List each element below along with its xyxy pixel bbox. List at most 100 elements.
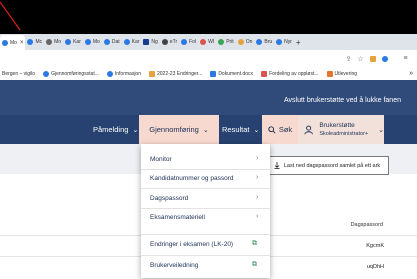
tab-6[interactable]: Kar — [122, 36, 142, 49]
tab-label: Bru — [264, 39, 273, 45]
tab-12[interactable]: On — [236, 36, 255, 49]
column-header-dagspassord: Dagspassord — [350, 222, 383, 228]
tab-7[interactable]: Ng — [141, 36, 159, 49]
password-cell: uqDhH — [366, 264, 384, 270]
download-password-button[interactable]: Last ned dagspassord samlet på ett ark — [265, 156, 389, 175]
nav-gjennomforing[interactable]: Gjennomføring ⌄ — [139, 115, 219, 144]
tab-label: On — [245, 39, 253, 45]
tab-9[interactable]: Fol — [179, 36, 198, 49]
tab-label: Prit — [226, 39, 234, 45]
menu-divider — [141, 234, 270, 235]
bookmark-label: 2022-23 Endringer... — [157, 70, 203, 77]
tab-favicon-icon — [181, 39, 188, 45]
chevron-right-icon: › — [256, 213, 259, 220]
nav-pamelding-label: Påmelding — [93, 125, 129, 134]
nav-resultat[interactable]: Resultat ⌄ — [222, 115, 259, 144]
tab-10[interactable]: WI — [198, 36, 216, 49]
password-cell: KgcmK — [366, 243, 384, 249]
chevron-down-icon: ⌄ — [378, 126, 384, 134]
menu-item-dagspassord[interactable]: Dagspassord — [150, 195, 188, 202]
menu-divider — [141, 188, 270, 189]
close-icon[interactable]: × — [20, 40, 24, 46]
tab-favicon-icon — [200, 39, 207, 45]
user-icon — [304, 125, 313, 134]
tab-favicon-icon — [161, 39, 168, 45]
chevron-right-icon: › — [256, 194, 259, 201]
gjennomforing-dropdown — [141, 144, 270, 278]
bookmark-item[interactable]: Bergen – vigilo — [2, 71, 35, 77]
browser-tab-strip: Mo × Mc Mo Kar Mo Dat Kar Ng eTr Fol WI … — [0, 34, 417, 50]
bookmark-favicon-icon — [149, 70, 155, 77]
nav-gjennomforing-label: Gjennomføring — [149, 125, 199, 134]
more-bookmarks-button[interactable]: » — [409, 70, 413, 77]
bookmark-item[interactable]: Informasjon — [106, 70, 141, 77]
address-bar-row — [0, 50, 417, 68]
tab-0[interactable]: Mo × — [0, 35, 26, 50]
tab-label: Ng — [151, 39, 158, 45]
tab-label: Kar — [73, 39, 81, 45]
chevron-down-icon: ⌄ — [202, 126, 209, 134]
tab-label: Mo — [92, 39, 100, 45]
tab-label: WI — [208, 39, 215, 45]
support-title: Brukerstøtte — [319, 121, 355, 129]
share-icon[interactable]: ⇪ — [344, 50, 353, 67]
bookmark-item[interactable]: Dokument.docx — [210, 70, 254, 77]
new-tab-button[interactable]: + — [294, 36, 303, 49]
extension-icon[interactable] — [368, 50, 377, 67]
tab-3[interactable]: Kar — [63, 36, 83, 49]
nav-search-label: Søk — [278, 125, 293, 134]
bookmark-item[interactable]: Gjennomføringsstat... — [43, 70, 99, 77]
tab-favicon-icon — [256, 39, 263, 45]
bookmark-label: Bergen – vigilo — [2, 70, 36, 77]
download-button-label: Last ned dagspassord samlet på ett ark — [283, 162, 381, 169]
nav-pamelding[interactable]: Påmelding ⌄ — [93, 115, 138, 144]
bookmark-item[interactable]: Utlevering — [326, 70, 357, 77]
tab-1[interactable]: Mc — [25, 36, 44, 49]
tab-label: Kar — [131, 39, 140, 45]
menu-item-kandidatnummer[interactable]: Kandidatnummer og passord — [150, 175, 233, 182]
bookmark-label: Dokument.docx — [218, 70, 254, 77]
chevron-right-icon: › — [256, 174, 259, 181]
search-icon — [268, 125, 276, 134]
tab-favicon-icon — [2, 39, 8, 46]
nav-resultat-label: Resultat — [222, 125, 250, 134]
tab-11[interactable]: Prit — [216, 36, 236, 49]
tab-favicon-icon — [65, 39, 72, 45]
bookmark-item[interactable]: Fordeling av oppløst... — [261, 70, 319, 77]
menu-item-brukerveiledning[interactable]: Brukerveiledning — [150, 262, 198, 269]
bookmark-star-icon[interactable]: ☆ — [356, 50, 365, 67]
browser-menu-icon[interactable]: ≡ — [401, 50, 410, 67]
chevron-down-icon: ⌄ — [132, 126, 139, 134]
tab-13[interactable]: Bru — [254, 36, 274, 49]
tab-label: Mo — [54, 39, 62, 45]
nav-search[interactable]: Søk — [262, 115, 298, 144]
menu-divider — [141, 169, 270, 170]
tab-favicon-icon — [218, 39, 225, 45]
extension-icon-2[interactable] — [380, 50, 389, 67]
menu-divider — [141, 208, 270, 209]
chevron-down-icon: ⌄ — [253, 126, 260, 134]
tab-favicon-icon — [237, 39, 244, 45]
tab-label: eTr — [169, 39, 178, 45]
tab-8[interactable]: eTr — [160, 36, 179, 49]
menu-item-endringer[interactable]: Endringer i eksamen (LK-20) — [150, 241, 233, 248]
tab-favicon-icon — [46, 39, 53, 45]
bookmark-label: Informasjon — [114, 70, 141, 77]
external-link-icon: ⧉ — [252, 261, 257, 268]
bookmark-label: Gjennomføringsstat... — [51, 70, 99, 77]
external-link-icon: ⧉ — [252, 240, 257, 247]
tab-label: Nyr — [284, 39, 292, 45]
menu-item-monitor[interactable]: Monitor — [150, 156, 172, 163]
download-icon — [274, 162, 280, 169]
tab-5[interactable]: Dat — [102, 36, 122, 49]
tab-4[interactable]: Mo — [83, 36, 102, 49]
bookmark-favicon-icon — [43, 70, 50, 77]
tab-2[interactable]: Mo — [44, 36, 63, 49]
banner-text: Avslutt brukerstøtte ved å lukke fanen — [284, 97, 401, 104]
bookmark-label: Fordeling av oppløst... — [269, 70, 319, 77]
tab-favicon-icon — [123, 39, 130, 45]
menu-item-eksamensmateriell[interactable]: Eksamensmateriell — [150, 214, 205, 221]
tab-14[interactable]: Nyr — [274, 36, 294, 49]
nav-support[interactable]: Brukerstøtte Skoleadministrator+ ⌄ — [298, 115, 384, 144]
bookmark-item[interactable]: 2022-23 Endringer... — [149, 70, 203, 77]
